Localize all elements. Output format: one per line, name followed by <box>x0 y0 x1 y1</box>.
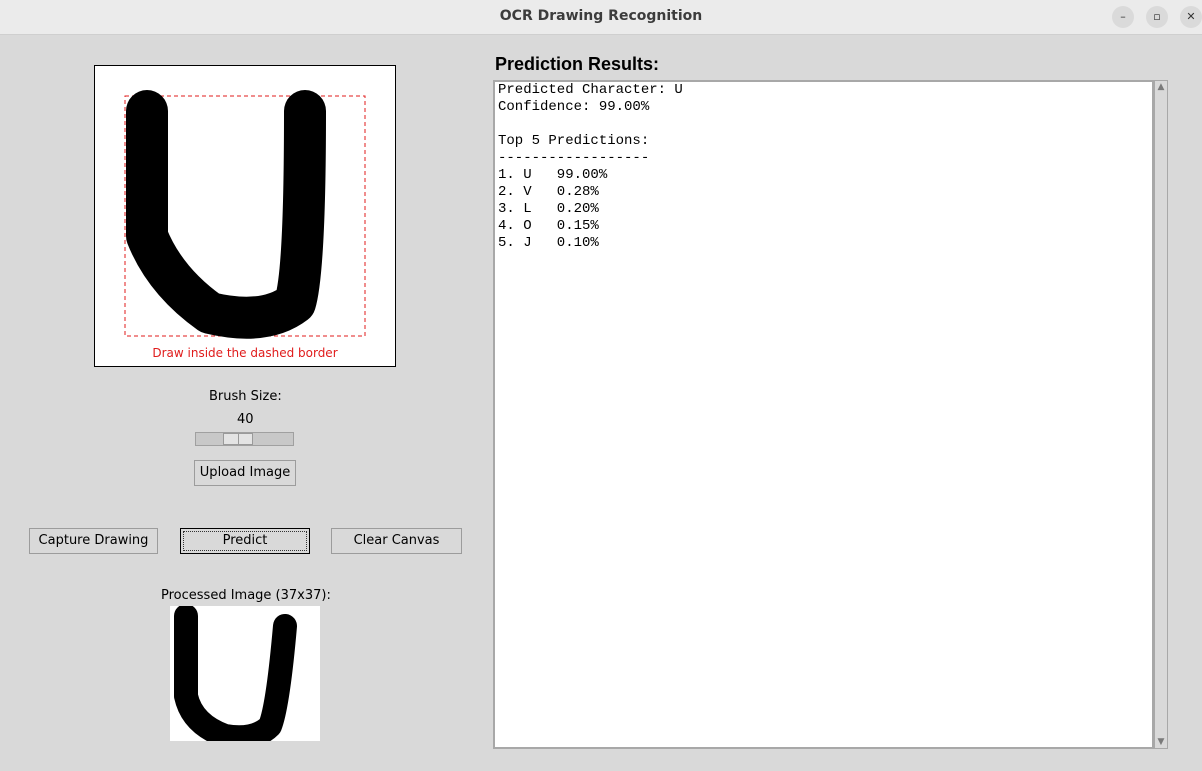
result-line: 4. O 0.15% <box>498 218 599 234</box>
clear-canvas-button[interactable]: Clear Canvas <box>331 528 462 554</box>
upload-image-button[interactable]: Upload Image <box>194 460 296 486</box>
processed-image-label: Processed Image (37x37): <box>161 588 331 603</box>
scroll-down-icon[interactable]: ▼ <box>1155 736 1167 748</box>
brush-size-slider[interactable] <box>195 432 294 446</box>
result-line: 2. V 0.28% <box>498 184 599 200</box>
result-line: 1. U 99.00% <box>498 167 608 183</box>
result-line: 5. J 0.10% <box>498 235 599 251</box>
drawing-canvas[interactable]: Draw inside the dashed border <box>94 65 396 367</box>
minimize-icon[interactable]: – <box>1112 6 1134 28</box>
brush-size-value: 40 <box>237 412 254 427</box>
drawing-strokes <box>124 90 366 339</box>
prediction-results-title: Prediction Results: <box>495 54 660 74</box>
result-line: 3. L 0.20% <box>498 201 599 217</box>
results-textbox[interactable]: Predicted Character: U Confidence: 99.00… <box>493 80 1154 749</box>
processed-strokes <box>174 606 297 741</box>
processed-image <box>170 606 320 741</box>
canvas-hint: Draw inside the dashed border <box>152 346 338 360</box>
maximize-icon[interactable]: ▫ <box>1146 6 1168 28</box>
predict-button[interactable]: Predict <box>180 528 310 554</box>
result-line: Confidence: 99.00% <box>498 99 650 115</box>
result-line: Predicted Character: U <box>498 82 683 98</box>
result-line: ------------------ <box>498 150 650 166</box>
slider-thumb[interactable] <box>223 433 253 445</box>
drawn-stroke <box>126 90 326 339</box>
capture-drawing-button[interactable]: Capture Drawing <box>29 528 158 554</box>
results-scrollbar[interactable]: ▲ ▼ <box>1154 80 1168 749</box>
brush-size-label: Brush Size: <box>209 389 282 404</box>
window-title: OCR Drawing Recognition <box>499 8 703 24</box>
scroll-up-icon[interactable]: ▲ <box>1155 81 1167 93</box>
title-bar: OCR Drawing Recognition – ▫ ✕ <box>0 0 1202 35</box>
result-line: Top 5 Predictions: <box>498 133 650 149</box>
close-icon[interactable]: ✕ <box>1180 6 1202 28</box>
